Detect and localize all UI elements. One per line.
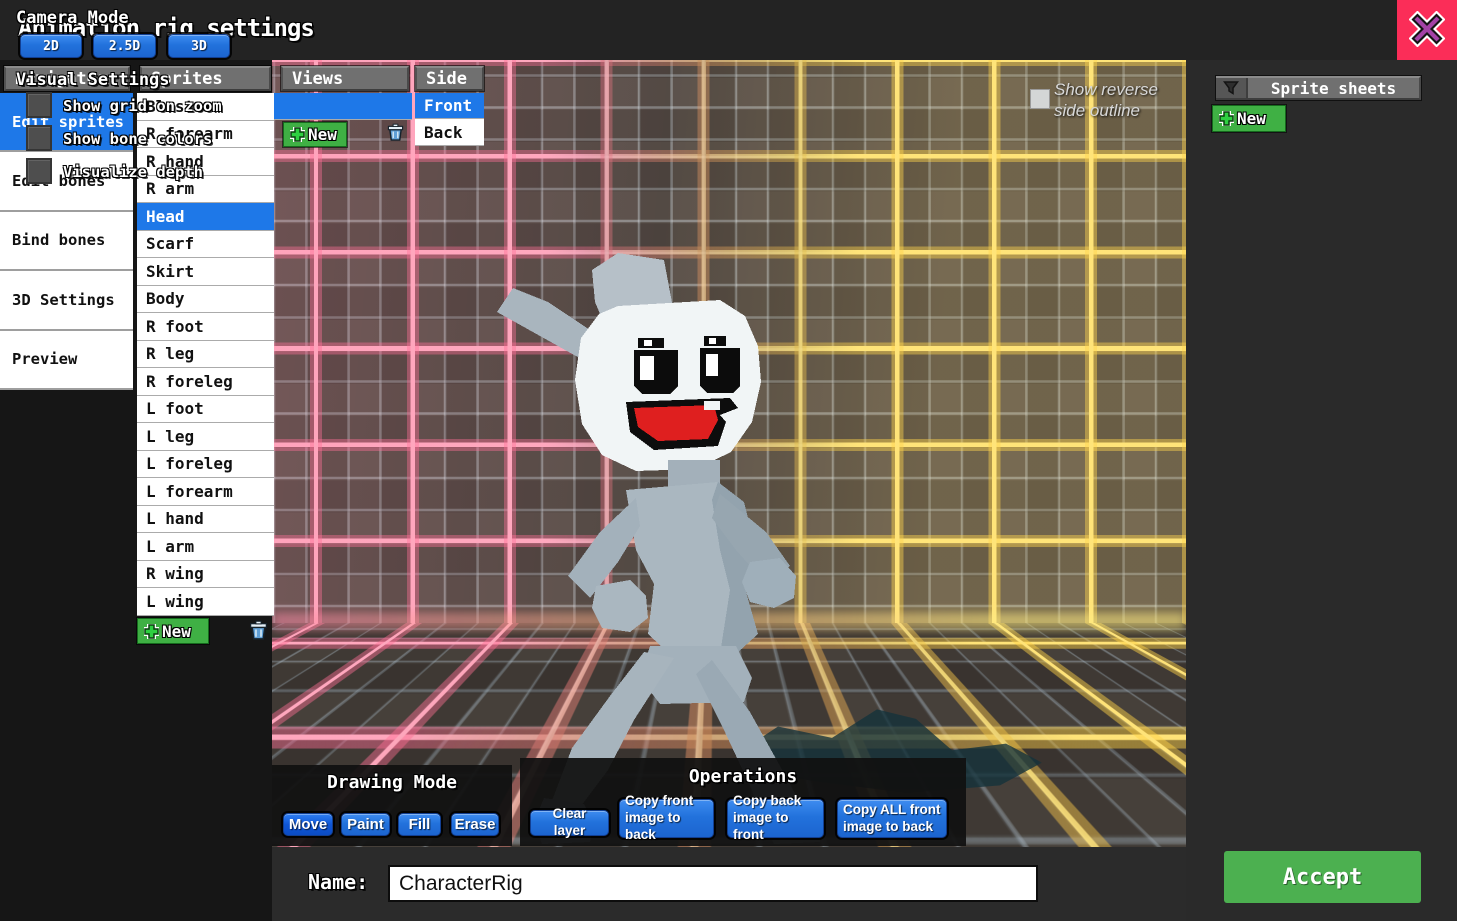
camera-3d-button[interactable]: 3D <box>168 34 230 58</box>
add-sprite-sheet-button[interactable]: New <box>1212 105 1286 132</box>
trash-icon <box>387 123 404 142</box>
copy-back-to-front-button[interactable]: Copy back image to front <box>727 799 824 838</box>
sidebar-item-3d-settings[interactable]: 3D Settings <box>0 271 133 330</box>
visual-settings-title: Visual Settings <box>16 70 170 90</box>
side-option-back[interactable]: Back <box>415 119 484 146</box>
add-view-label: New <box>308 125 337 144</box>
delete-sprite-button[interactable] <box>247 620 269 642</box>
camera-2-5d-button[interactable]: 2.5D <box>93 34 156 58</box>
sprite-item-r-foreleg[interactable]: R foreleg <box>137 368 274 396</box>
clear-layer-button[interactable]: Clear layer <box>530 810 609 836</box>
name-label: Name: <box>308 870 368 894</box>
copy-all-front-to-back-button[interactable]: Copy ALL front image to back <box>837 799 947 838</box>
side-header: Side <box>415 66 484 91</box>
sprite-item-head[interactable]: Head <box>137 203 274 231</box>
show-grid-on-zoom-label: Show grid on zoom <box>63 97 222 115</box>
right-background <box>1186 60 1457 921</box>
tool-erase-button[interactable]: Erase <box>451 813 499 836</box>
tool-move-button[interactable]: Move <box>283 813 333 836</box>
sidebar-item-edit-bones[interactable]: Edit bones <box>0 152 133 211</box>
plus-icon <box>144 624 159 639</box>
sprite-item-r-wing[interactable]: R wing <box>137 561 274 589</box>
sprite-item-scarf[interactable]: Scarf <box>137 231 274 259</box>
add-view-button[interactable]: New <box>283 122 347 147</box>
plus-icon <box>290 127 305 142</box>
show-reverse-outline-checkbox[interactable] <box>1030 89 1050 109</box>
add-sprite-label: New <box>162 622 191 641</box>
checkbox-show-bone-colors[interactable] <box>26 125 52 151</box>
plus-icon <box>1219 111 1234 126</box>
operations-title: Operations <box>520 766 966 787</box>
show-reverse-outline-label: Show reverse side outline <box>1054 80 1172 121</box>
sprite-item-l-leg[interactable]: L leg <box>137 423 274 451</box>
camera-2d-button[interactable]: 2D <box>20 34 82 58</box>
sprite-item-r-foot[interactable]: R foot <box>137 313 274 341</box>
tool-fill-button[interactable]: Fill <box>398 813 441 836</box>
sprite-item-skirt[interactable]: Skirt <box>137 258 274 286</box>
sprite-sheets-header: Sprite sheets <box>1216 76 1421 100</box>
sidebar-item-bind-bones[interactable]: Bind bones <box>0 212 133 271</box>
sprite-item-body[interactable]: Body <box>137 286 274 314</box>
close-button[interactable] <box>1397 0 1457 62</box>
sprite-item-l-foreleg[interactable]: L foreleg <box>137 451 274 479</box>
sprite-item-l-arm[interactable]: L arm <box>137 533 274 561</box>
views-header: Views <box>281 66 409 91</box>
visualize-depth-label: Visualize depth <box>63 163 203 181</box>
delete-view-button[interactable] <box>384 123 406 145</box>
tool-paint-button[interactable]: Paint <box>341 813 390 836</box>
sprite-item-l-hand[interactable]: L hand <box>137 506 274 534</box>
operations-panel: Operations Clear layer Copy front image … <box>520 758 966 846</box>
copy-front-to-back-button[interactable]: Copy front image to back <box>619 799 714 838</box>
checkbox-show-grid-on-zoom[interactable] <box>26 92 52 118</box>
camera-mode-title: Camera Mode <box>16 8 129 28</box>
animation-rig-settings-window: Animation rig settings <box>0 0 1457 921</box>
views-selected-row[interactable] <box>274 93 412 120</box>
accept-button[interactable]: Accept <box>1224 851 1421 903</box>
filter-icon-box[interactable] <box>1216 78 1248 98</box>
sprite-sheets-label: Sprite sheets <box>1248 79 1419 98</box>
filter-funnel-icon <box>1223 80 1239 96</box>
trash-icon <box>249 620 268 641</box>
sprite-item-l-foot[interactable]: L foot <box>137 396 274 424</box>
sprite-item-l-forearm[interactable]: L forearm <box>137 478 274 506</box>
close-icon <box>1409 11 1445 51</box>
add-sprite-button[interactable]: New <box>137 618 209 644</box>
drawing-mode-panel: Drawing Mode Move Paint Fill Erase <box>272 765 512 846</box>
sprite-item-r-leg[interactable]: R leg <box>137 341 274 369</box>
show-bone-colors-label: Show bone colors <box>63 130 212 148</box>
sidebar-item-preview[interactable]: Preview <box>0 331 133 390</box>
side-option-front[interactable]: Front <box>415 93 484 119</box>
sprite-item-l-wing[interactable]: L wing <box>137 588 274 616</box>
checkbox-visualize-depth[interactable] <box>26 158 52 184</box>
add-sprite-sheet-label: New <box>1237 109 1266 128</box>
drawing-mode-title: Drawing Mode <box>272 772 512 793</box>
name-input[interactable] <box>390 867 1036 900</box>
viewport-3d[interactable] <box>272 60 1186 847</box>
